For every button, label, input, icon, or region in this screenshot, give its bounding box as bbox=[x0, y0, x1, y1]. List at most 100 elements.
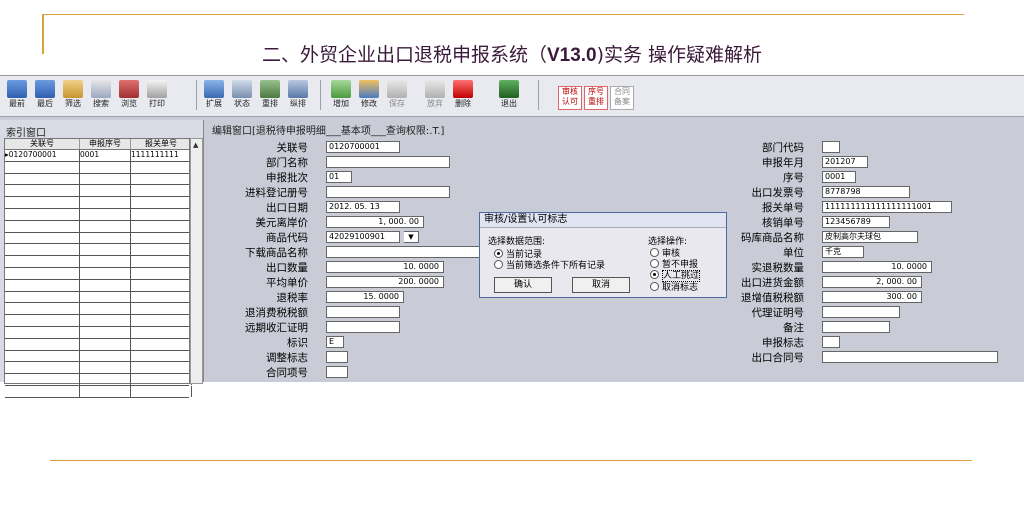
browse-button[interactable]: 浏览 bbox=[116, 79, 142, 112]
pencil-icon bbox=[359, 80, 379, 98]
label-verify-no: 核销单号 bbox=[762, 217, 804, 229]
table-row[interactable]: ▸0120700001 0001 1111111111 bbox=[5, 150, 192, 162]
chevron-down-icon[interactable]: ▼ bbox=[404, 231, 419, 243]
vertical-scrollbar[interactable]: ▲ bbox=[190, 138, 203, 384]
status-button[interactable]: 状态 bbox=[229, 79, 255, 112]
label-dept-name: 部门名称 bbox=[266, 157, 308, 169]
edit-button[interactable]: 修改 bbox=[356, 79, 382, 112]
scroll-up-icon[interactable]: ▲ bbox=[193, 141, 198, 149]
action-cancel-flag-radio[interactable]: 取消标志 bbox=[650, 280, 698, 293]
delete-x-icon bbox=[453, 80, 473, 98]
table-row-empty[interactable] bbox=[5, 350, 192, 363]
table-row-empty[interactable] bbox=[5, 220, 192, 233]
unit-field[interactable]: 千克 bbox=[822, 246, 864, 258]
printer-icon bbox=[147, 80, 167, 98]
search-button[interactable]: 搜索 bbox=[88, 79, 114, 112]
download-name-field[interactable] bbox=[326, 246, 490, 258]
label-export-date: 出口日期 bbox=[266, 202, 308, 214]
export-qty-field[interactable]: 10. 0000 bbox=[326, 261, 444, 273]
tax-rate-field[interactable]: 15. 0000 bbox=[326, 291, 404, 303]
usd-fob-field[interactable]: 1, 000. 00 bbox=[326, 216, 424, 228]
expand-button[interactable]: 扩展 bbox=[201, 79, 227, 112]
label-tax-rate: 退税率 bbox=[276, 292, 309, 304]
contract-item-field[interactable] bbox=[326, 366, 348, 378]
forward-receipt-field[interactable] bbox=[326, 321, 400, 333]
table-row-empty[interactable] bbox=[5, 161, 192, 174]
cancel-button[interactable]: 取消 bbox=[572, 277, 630, 293]
table-row-empty[interactable] bbox=[5, 244, 192, 257]
guanlian-field[interactable]: 0120700001 bbox=[326, 141, 400, 153]
vertical-layout-icon bbox=[288, 80, 308, 98]
save-button[interactable]: 保存 bbox=[384, 79, 410, 112]
table-row-empty[interactable] bbox=[5, 303, 192, 316]
confirm-button[interactable]: 确认 bbox=[494, 277, 552, 293]
refund-qty-field[interactable]: 10. 0000 bbox=[822, 261, 932, 273]
label-report-flag: 申报标志 bbox=[762, 337, 804, 349]
goods-code-field[interactable]: 42029100901 bbox=[326, 231, 400, 243]
filter-button[interactable]: 筛选 bbox=[60, 79, 86, 112]
exit-button[interactable]: 退出 bbox=[496, 79, 522, 112]
remark-field[interactable] bbox=[822, 321, 890, 333]
magnifier-icon bbox=[91, 80, 111, 98]
batch-field[interactable]: 01 bbox=[326, 171, 352, 183]
report-month-field[interactable]: 201207 bbox=[822, 156, 868, 168]
scope-all-radio[interactable]: 当前筛选条件下所有记录 bbox=[494, 258, 605, 271]
reorder-button[interactable]: 重排 bbox=[257, 79, 283, 112]
table-row-empty[interactable] bbox=[5, 185, 192, 198]
contract-record-button[interactable]: 合同备案 bbox=[610, 86, 634, 110]
table-row-empty[interactable] bbox=[5, 326, 192, 339]
adjust-flag-field[interactable] bbox=[326, 351, 348, 363]
agent-cert-field[interactable] bbox=[822, 306, 900, 318]
col-header-guanlian[interactable]: 关联号 bbox=[5, 139, 80, 149]
export-date-field[interactable]: 2012. 05. 13 bbox=[326, 201, 400, 213]
col-header-serial[interactable]: 申报序号 bbox=[80, 139, 131, 149]
consumption-tax-field[interactable] bbox=[326, 306, 400, 318]
review-approve-button[interactable]: 审核认可 bbox=[558, 86, 582, 110]
table-row-empty[interactable] bbox=[5, 197, 192, 209]
dept-code-field[interactable] bbox=[822, 141, 840, 153]
report-flag-field[interactable] bbox=[822, 336, 840, 348]
contract-no-field[interactable] bbox=[822, 351, 998, 363]
table-cell: 1111111111 bbox=[131, 150, 192, 161]
vertical-button[interactable]: 纵排 bbox=[285, 79, 311, 112]
label-serial: 序号 bbox=[783, 172, 804, 184]
table-row-empty[interactable] bbox=[5, 362, 192, 375]
label-remark: 备注 bbox=[783, 322, 804, 334]
table-row-empty[interactable] bbox=[5, 256, 192, 268]
toolbar: 最前 最后 筛选 搜索 浏览 打印 扩展 状态 重排 纵排 增加 修改 保存 放… bbox=[0, 76, 1024, 117]
customs-no-field[interactable]: 111111111111111111001 bbox=[822, 201, 952, 213]
label-report-month: 申报年月 bbox=[762, 157, 804, 169]
discard-button[interactable]: 放弃 bbox=[422, 79, 448, 112]
serial-field[interactable]: 0001 bbox=[822, 171, 856, 183]
col-header-customs[interactable]: 报关单号 bbox=[131, 139, 192, 149]
table-row-empty[interactable] bbox=[5, 208, 192, 221]
folder-icon bbox=[63, 80, 83, 98]
vat-refund-field[interactable]: 300. 00 bbox=[822, 291, 922, 303]
table-row-empty[interactable] bbox=[5, 291, 192, 304]
label-invoice: 出口发票号 bbox=[751, 187, 805, 199]
table-row-empty[interactable] bbox=[5, 267, 192, 280]
delete-button[interactable]: 删除 bbox=[450, 79, 476, 112]
library-name-field[interactable]: 皮制高尔夫球包 bbox=[822, 231, 918, 243]
purchase-amount-field[interactable]: 2, 000. 00 bbox=[822, 276, 922, 288]
table-row-empty[interactable] bbox=[5, 338, 192, 351]
last-button[interactable]: 最后 bbox=[32, 79, 58, 112]
table-row-empty[interactable] bbox=[5, 385, 192, 398]
radio-selected-icon bbox=[494, 249, 503, 258]
first-button[interactable]: 最前 bbox=[4, 79, 30, 112]
table-row-empty[interactable] bbox=[5, 315, 192, 327]
import-register-field[interactable] bbox=[326, 186, 450, 198]
label-import-register: 进料登记册号 bbox=[245, 187, 308, 199]
verify-no-field[interactable]: 123456789 bbox=[822, 216, 890, 228]
avg-price-field[interactable]: 200. 0000 bbox=[326, 276, 444, 288]
add-button[interactable]: 增加 bbox=[328, 79, 354, 112]
print-button[interactable]: 打印 bbox=[144, 79, 170, 112]
flag-field[interactable]: E bbox=[326, 336, 344, 348]
table-row-empty[interactable] bbox=[5, 279, 192, 292]
table-row-empty[interactable] bbox=[5, 374, 192, 386]
invoice-field[interactable]: 8778798 bbox=[822, 186, 910, 198]
serial-reorder-button[interactable]: 序号重排 bbox=[584, 86, 608, 110]
table-row-empty[interactable] bbox=[5, 173, 192, 186]
table-row-empty[interactable] bbox=[5, 232, 192, 245]
dept-name-field[interactable] bbox=[326, 156, 450, 168]
